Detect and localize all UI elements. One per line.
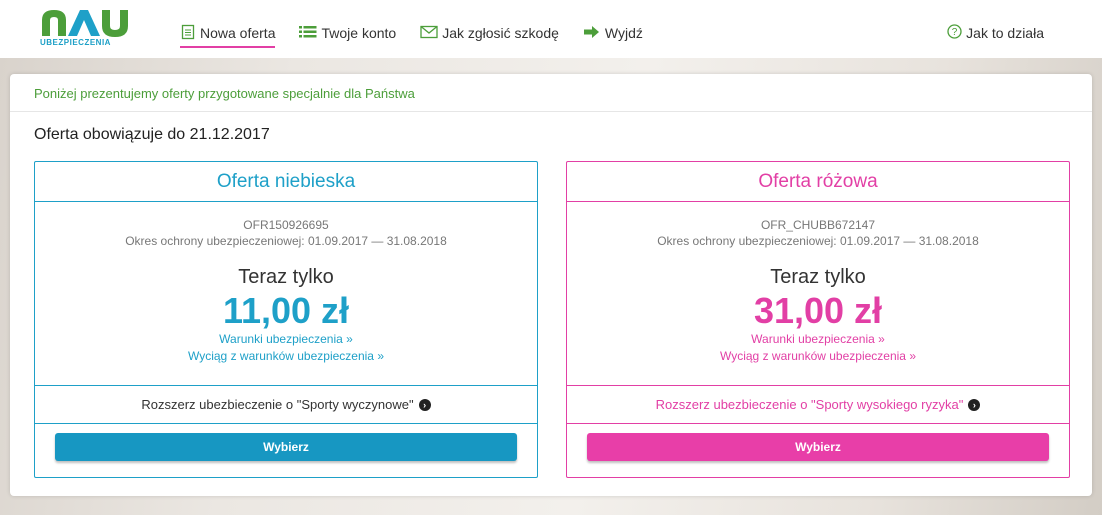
terms-excerpt-link[interactable]: Wyciąg z warunków ubezpieczenia » bbox=[567, 348, 1069, 365]
offer-card-blue: Oferta niebieska OFR150926695 Okres ochr… bbox=[34, 161, 538, 478]
chevron-right-circle-icon: › bbox=[968, 398, 981, 411]
terms-link[interactable]: Warunki ubezpieczenia » bbox=[35, 331, 537, 348]
nav-new-offer-label: Nowa oferta bbox=[200, 25, 276, 41]
extend-coverage-link[interactable]: Rozszerz ubezbieczenie o "Sporty wysokie… bbox=[567, 386, 1069, 424]
nav-exit[interactable]: Wyjdź bbox=[583, 22, 643, 44]
offer-price: 31,00 zł bbox=[753, 290, 883, 331]
offer-body: OFR150926695 Okres ochrony ubezpieczenio… bbox=[35, 202, 537, 386]
extend-coverage-link[interactable]: Rozszerz ubezbieczenie o "Sporty wyczyno… bbox=[35, 386, 537, 424]
nav-exit-label: Wyjdź bbox=[604, 25, 643, 41]
choose-button[interactable]: Wybierz bbox=[587, 433, 1049, 461]
terms-excerpt-link[interactable]: Wyciąg z warunków ubezpieczenia » bbox=[35, 348, 537, 365]
offer-title: Oferta niebieska bbox=[35, 162, 537, 202]
offers-panel: Poniżej prezentujemy oferty przygotowane… bbox=[10, 74, 1092, 496]
offer-now-only: Teraz tylko bbox=[238, 266, 334, 288]
terms-link[interactable]: Warunki ubezpieczenia » bbox=[567, 331, 1069, 348]
offer-body: OFR_CHUBB672147 Okres ochrony ubezpiecze… bbox=[567, 202, 1069, 386]
exit-arrow-icon bbox=[583, 25, 601, 42]
offer-now-only: Teraz tylko bbox=[770, 266, 866, 288]
envelope-icon bbox=[420, 25, 438, 42]
list-icon bbox=[299, 25, 317, 42]
logo-subtitle: UBEZPIECZENIA bbox=[40, 38, 111, 47]
offer-id: OFR150926695 bbox=[243, 218, 329, 232]
nav-new-offer[interactable]: Nowa oferta bbox=[180, 22, 276, 48]
nav-your-account-label: Twoje konto bbox=[321, 25, 397, 41]
choose-button[interactable]: Wybierz bbox=[55, 433, 517, 461]
nav-your-account[interactable]: Twoje konto bbox=[299, 22, 396, 44]
extend-coverage-label: Rozszerz ubezbieczenie o "Sporty wysokie… bbox=[655, 397, 964, 412]
offer-period: Okres ochrony ubezpieczeniowej: 01.09.20… bbox=[657, 234, 979, 248]
offer-valid-until: Oferta obowiązuje do 21.12.2017 bbox=[34, 126, 270, 143]
nau-logo[interactable]: UBEZPIECZENIA bbox=[40, 8, 132, 50]
offer-card-pink: Oferta różowa OFR_CHUBB672147 Okres ochr… bbox=[566, 161, 1070, 478]
svg-text:?: ? bbox=[952, 27, 958, 38]
nau-logo-mark bbox=[42, 10, 128, 37]
nav-report-claim[interactable]: Jak zgłosić szkodę bbox=[420, 22, 559, 44]
question-circle-icon: ? bbox=[947, 24, 962, 42]
offer-price: 11,00 zł bbox=[222, 290, 350, 331]
nav-how-it-works-label: Jak to działa bbox=[966, 25, 1044, 41]
intro-text: Poniżej prezentujemy oferty przygotowane… bbox=[10, 74, 1092, 112]
offer-id: OFR_CHUBB672147 bbox=[760, 218, 876, 232]
chevron-right-circle-icon: › bbox=[418, 398, 431, 411]
offer-period: Okres ochrony ubezpieczeniowej: 01.09.20… bbox=[125, 234, 447, 248]
document-icon bbox=[180, 24, 196, 43]
nav-report-claim-label: Jak zgłosić szkodę bbox=[442, 25, 559, 41]
extend-coverage-label: Rozszerz ubezbieczenie o "Sporty wyczyno… bbox=[141, 397, 414, 412]
top-navigation-bar: UBEZPIECZENIA Nowa oferta Twoje konto Ja… bbox=[0, 0, 1102, 58]
main-nav: Nowa oferta Twoje konto Jak zgłosić szko… bbox=[180, 22, 1102, 48]
offer-title: Oferta różowa bbox=[567, 162, 1069, 202]
nav-how-it-works[interactable]: ? Jak to działa bbox=[947, 22, 1044, 44]
